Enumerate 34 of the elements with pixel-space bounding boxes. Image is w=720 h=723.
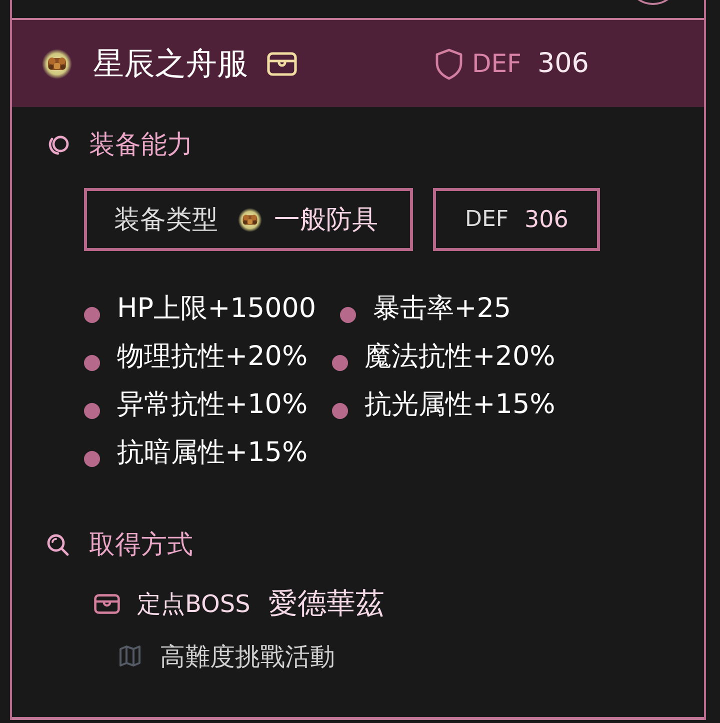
event-name: 高難度挑戰活動 bbox=[160, 640, 335, 672]
box-icon bbox=[94, 594, 120, 614]
boss-name: 愛德華茲 bbox=[268, 585, 384, 622]
stat-value: 306 bbox=[537, 48, 589, 79]
tag-label: 装备类型 bbox=[114, 204, 218, 237]
search-icon bbox=[46, 533, 70, 557]
bullet-icon bbox=[332, 355, 348, 371]
effect-text: 抗光属性+15% bbox=[364, 388, 556, 422]
effect-text: HP上限+15000 bbox=[117, 292, 316, 326]
swirl-icon bbox=[46, 133, 70, 157]
bullet-icon bbox=[332, 403, 348, 419]
source-type: 定点BOSS bbox=[137, 589, 250, 620]
effect-text: 魔法抗性+20% bbox=[364, 340, 556, 374]
map-icon bbox=[119, 645, 141, 667]
armor-icon bbox=[42, 48, 72, 78]
effect-text: 物理抗性+20% bbox=[117, 340, 308, 374]
section-title: 取得方式 bbox=[89, 529, 193, 561]
item-name: 星辰之舟服 bbox=[93, 44, 248, 84]
armor-icon bbox=[238, 208, 262, 232]
section-title: 装备能力 bbox=[89, 129, 193, 161]
stat-label: DEF bbox=[472, 49, 522, 78]
bullet-icon bbox=[84, 403, 100, 419]
tag-value: 306 bbox=[524, 206, 568, 232]
effect-text: 抗暗属性+15% bbox=[117, 436, 308, 470]
shield-icon bbox=[435, 48, 464, 80]
effect-text: 暴击率+25 bbox=[373, 292, 512, 326]
effect-text: 异常抗性+10% bbox=[117, 388, 308, 422]
bullet-icon bbox=[84, 355, 100, 371]
bullet-icon bbox=[84, 451, 100, 467]
bullet-icon bbox=[84, 307, 100, 323]
tag-value: 一般防具 bbox=[274, 204, 378, 237]
box-icon bbox=[267, 52, 297, 76]
bullet-icon bbox=[340, 307, 356, 323]
tag-label: DEF bbox=[465, 207, 508, 232]
